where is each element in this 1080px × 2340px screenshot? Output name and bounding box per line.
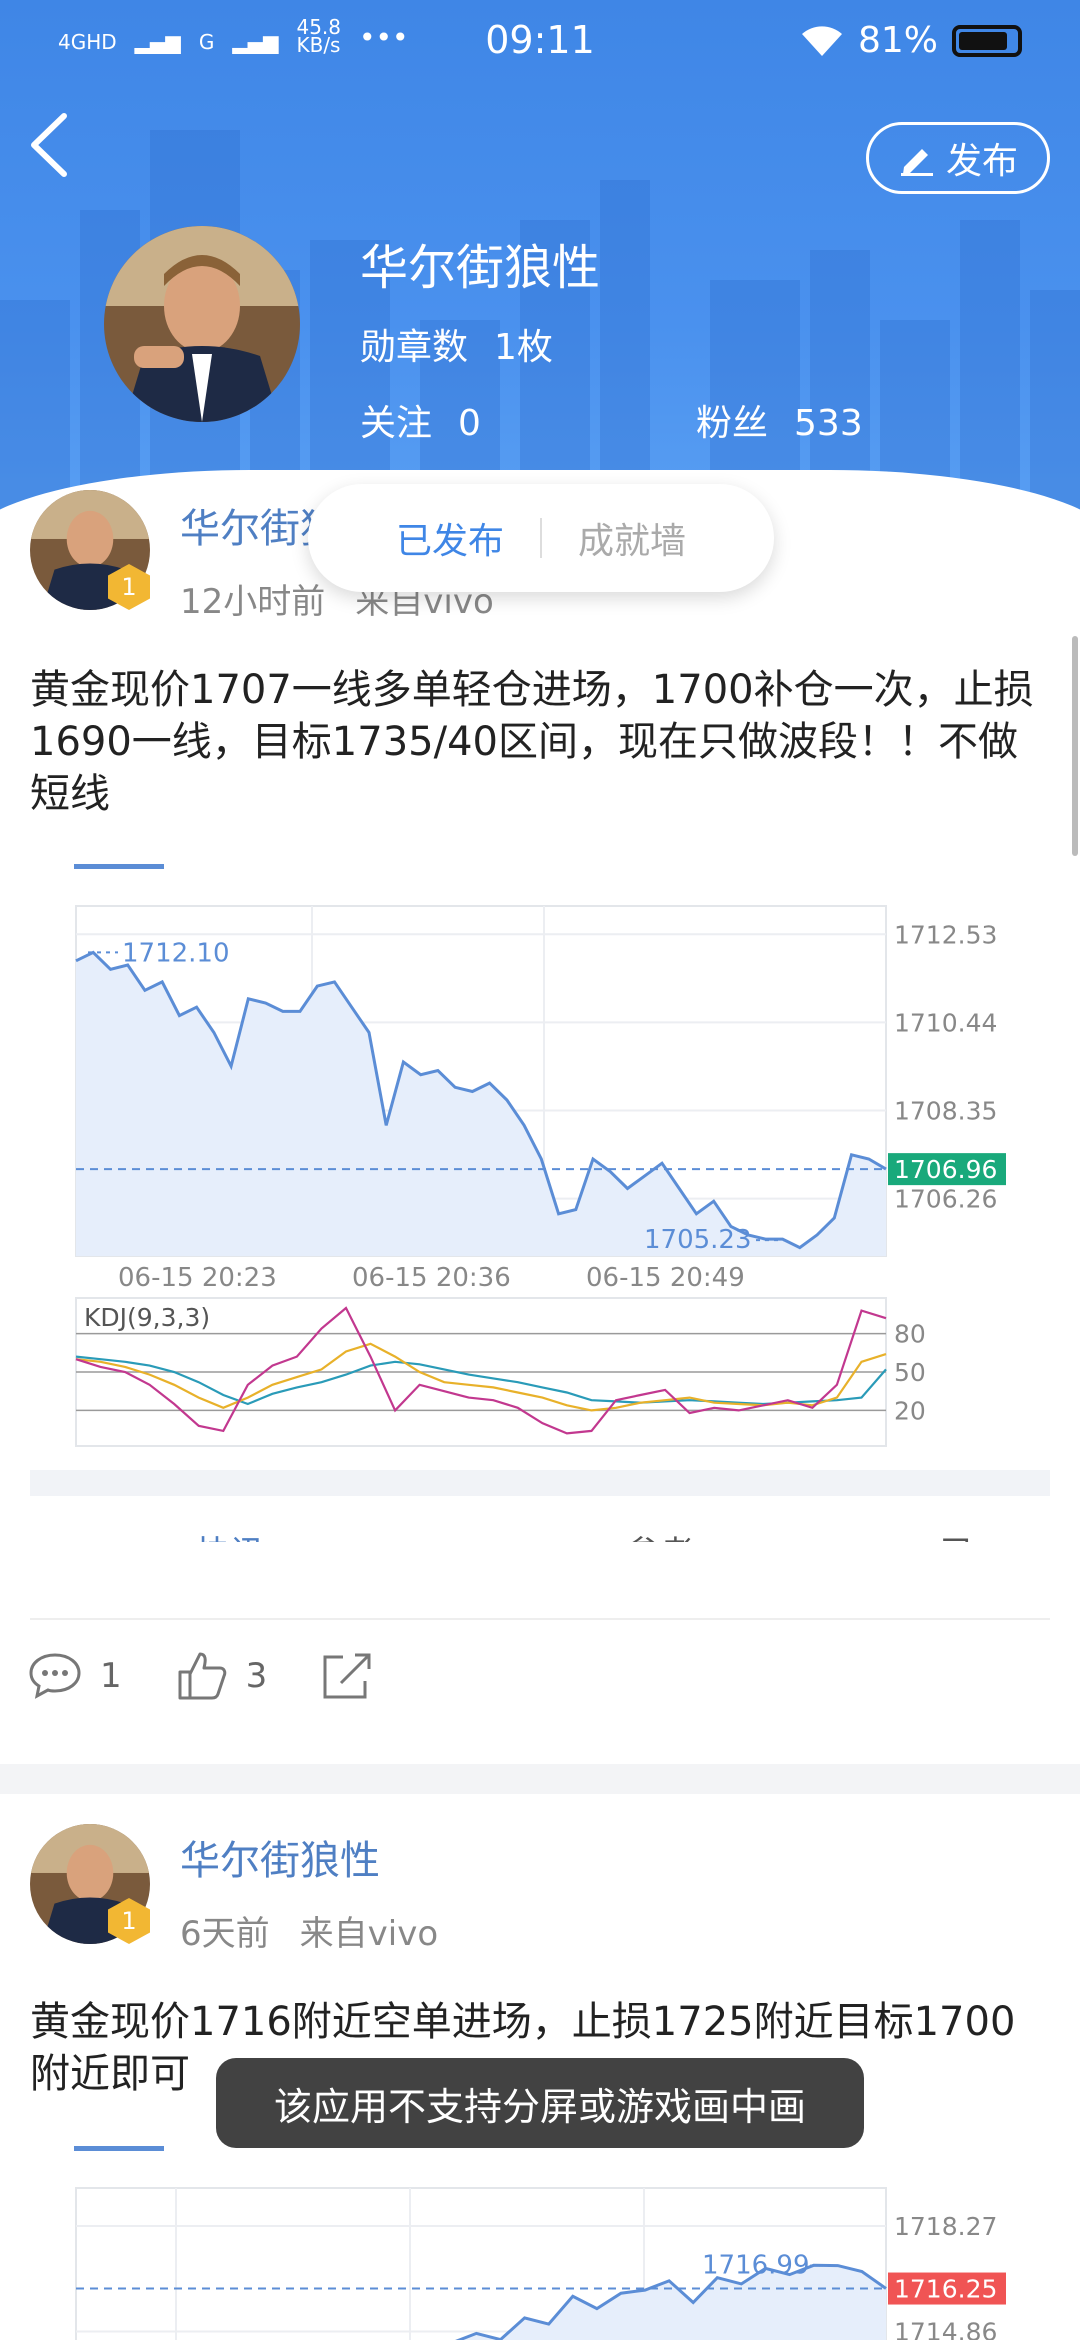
kdj-tick-label: 50 [894, 1358, 926, 1387]
share-icon [323, 1653, 371, 1699]
post-meta: 6天前 来自vivo [180, 1906, 438, 1955]
price-chart-2[interactable]: 1718.27 1714.86 1716.25 1716.99 [0, 2180, 1080, 2340]
share-button[interactable] [321, 1651, 375, 1701]
scrollbar[interactable] [1072, 636, 1078, 856]
comment-count: 1 [100, 1656, 122, 1696]
kdj-title: KDJ(9,3,3) [84, 1303, 210, 1332]
publish-label: 发布 [945, 141, 1018, 182]
y-tick-label: 1706.26 [894, 1185, 997, 1214]
y-tick-label: 1710.44 [894, 1008, 997, 1037]
medal-label: 勋章数 [360, 327, 469, 368]
like-button[interactable]: 3 [176, 1650, 268, 1702]
pencil-icon [900, 149, 933, 176]
like-count: 3 [245, 1656, 268, 1696]
divider [30, 1618, 1050, 1620]
fans-value: 533 [794, 403, 863, 444]
tab-achievements[interactable]: 成就墙 [578, 512, 686, 564]
comment-icon [29, 1653, 81, 1699]
post-source: 来自vivo [299, 1914, 439, 1954]
x-tick-label: 06-15 20:36 [352, 1263, 511, 1293]
cut-label-news: 快讯 [196, 1526, 264, 1542]
low-label: 1705.23 [644, 1225, 752, 1255]
x-tick-label: 06-15 20:49 [586, 1263, 745, 1293]
section-gap [0, 1764, 1080, 1794]
back-arrow-icon[interactable] [26, 110, 76, 180]
profile-header: 4GHD ▂▄▆ G ▂▄▆ 45.8 KB/s ••• 09:11 81% 发… [0, 0, 1080, 540]
current-price-label: 1716.25 [894, 2275, 997, 2304]
profile-avatar[interactable] [104, 226, 300, 422]
accent-line [74, 2146, 164, 2151]
comment-button[interactable]: 1 [28, 1652, 122, 1700]
y-tick-label: 1708.35 [894, 1097, 997, 1126]
wifi-icon [801, 25, 842, 56]
kdj-tick-label: 20 [894, 1396, 926, 1425]
tab-separator [540, 518, 542, 558]
post-author[interactable]: 华尔街狼性 [180, 1828, 380, 1886]
post-actions: 1 3 [28, 1650, 429, 1702]
following-label: 关注 [360, 403, 433, 444]
fans-count[interactable]: 粉丝 533 [696, 394, 863, 446]
toast-message: 该应用不支持分屏或游戏画中画 [216, 2058, 864, 2148]
battery-icon [952, 24, 1022, 57]
cut-label-reference: 参考 [626, 1526, 694, 1542]
status-bar: 4GHD ▂▄▆ G ▂▄▆ 45.8 KB/s ••• 09:11 81% [0, 0, 1080, 86]
publish-button[interactable]: 发布 [866, 122, 1050, 194]
medal-count: 勋章数 1枚 [360, 318, 553, 370]
chart-footer-bar [30, 1470, 1050, 1496]
y-tick-label: 1714.86 [894, 2318, 997, 2340]
post-time: 12小时前 [180, 582, 326, 622]
profile-page: 4GHD ▂▄▆ G ▂▄▆ 45.8 KB/s ••• 09:11 81% 发… [0, 0, 1080, 2340]
tab-published[interactable]: 已发布 [396, 512, 504, 564]
following-value: 0 [458, 403, 481, 444]
x-tick-label: 06-15 20:23 [118, 1263, 277, 1293]
post-text[interactable]: 黄金现价1707一线多单轻仓进场，1700补仓一次，止损1690一线，目标173… [30, 664, 1050, 820]
high-label: 1712.10 [122, 938, 230, 968]
current-price-label: 1706.96 [894, 1155, 997, 1184]
content-tabs: 已发布 成就墙 [308, 484, 774, 592]
post-time: 6天前 [180, 1914, 270, 1954]
price-chart[interactable]: 1712.53 1710.44 1708.35 1706.261706.96 1712.… [0, 890, 1080, 1450]
y-tick-label: 1712.53 [894, 920, 997, 949]
thumbs-up-icon [178, 1652, 226, 1700]
high-label: 1716.99 [702, 2251, 810, 2281]
accent-line [74, 864, 164, 869]
cut-label-other: 已 [940, 1526, 974, 1542]
following-count[interactable]: 关注 0 [360, 394, 481, 446]
fans-label: 粉丝 [696, 403, 769, 444]
battery-percent: 81% [857, 20, 938, 61]
y-tick-label: 1718.27 [894, 2212, 997, 2241]
kdj-tick-label: 80 [894, 1320, 926, 1349]
medal-value: 1枚 [494, 327, 553, 368]
username: 华尔街狼性 [360, 240, 601, 296]
